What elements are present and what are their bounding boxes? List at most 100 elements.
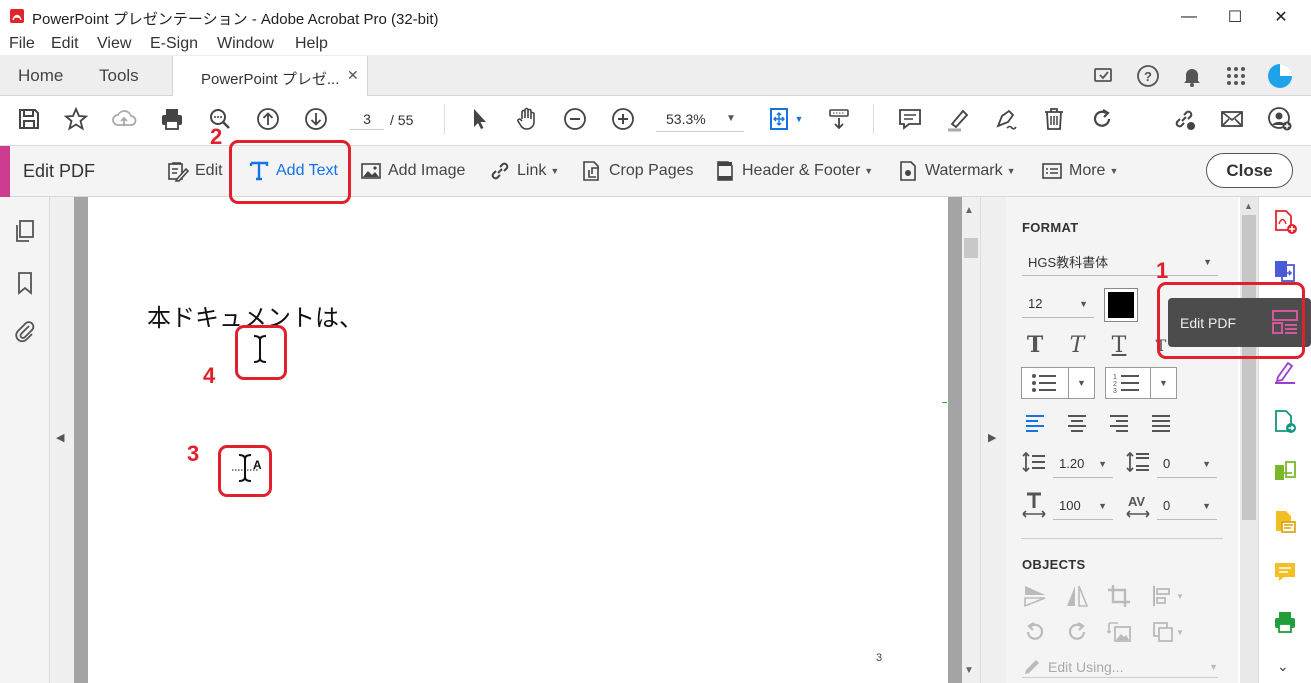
rotate-left-icon[interactable] bbox=[1021, 618, 1049, 646]
share-link-icon[interactable] bbox=[1169, 104, 1199, 134]
organize-pages-icon[interactable] bbox=[1271, 458, 1299, 486]
maximize-button[interactable]: ☐ bbox=[1212, 0, 1258, 33]
zoom-in-icon[interactable] bbox=[608, 104, 638, 134]
add-image-button[interactable]: Add Image bbox=[360, 158, 465, 184]
more-dropdown-button[interactable]: More ▼ bbox=[1041, 158, 1118, 184]
chevron-down-icon: ▼ bbox=[1202, 458, 1211, 469]
crop-pages-label: Crop Pages bbox=[609, 162, 694, 179]
zoom-out-icon[interactable] bbox=[560, 104, 590, 134]
fill-sign-icon[interactable] bbox=[1271, 358, 1299, 386]
combine-files-icon[interactable] bbox=[1271, 256, 1299, 284]
pdf-page[interactable] bbox=[88, 197, 948, 683]
chevron-down-icon: ▼ bbox=[1159, 378, 1168, 388]
page-thumbnails-icon[interactable] bbox=[12, 218, 38, 244]
bullet-list-dropdown[interactable]: ▼ bbox=[1021, 367, 1095, 399]
underline-text-icon[interactable]: T bbox=[1105, 331, 1133, 359]
crop-image-icon[interactable] bbox=[1105, 582, 1133, 610]
bookmarks-icon[interactable] bbox=[12, 270, 38, 296]
sign-pen-icon[interactable] bbox=[991, 104, 1021, 134]
align-justify-icon[interactable] bbox=[1147, 409, 1175, 437]
crop-pages-button[interactable]: Crop Pages bbox=[581, 158, 694, 184]
panel-scroll-up-arrow-icon[interactable]: ▲ bbox=[1244, 201, 1253, 211]
rotate-icon[interactable] bbox=[1087, 104, 1117, 134]
annotation-label-1: 1 bbox=[1156, 258, 1169, 283]
hand-tool-icon[interactable] bbox=[512, 104, 542, 134]
character-spacing-dropdown[interactable]: 0 ▼ bbox=[1157, 492, 1217, 520]
comment-tool-icon[interactable] bbox=[1271, 558, 1299, 586]
cloud-upload-icon[interactable] bbox=[109, 104, 139, 134]
scroll-down-arrow-icon[interactable]: ▼ bbox=[964, 665, 974, 676]
font-size-dropdown[interactable]: 12 ▼ bbox=[1022, 290, 1094, 318]
export-pdf-icon[interactable] bbox=[1271, 408, 1299, 436]
align-right-icon[interactable] bbox=[1105, 409, 1133, 437]
header-footer-dropdown-button[interactable]: Header & Footer ▼ bbox=[714, 158, 873, 184]
document-tab-close-icon[interactable]: ✕ bbox=[347, 67, 359, 84]
italic-text-icon[interactable]: T bbox=[1063, 331, 1091, 359]
scrollbar-thumb[interactable] bbox=[964, 238, 978, 258]
more-tools-chevron-down-icon[interactable]: ⌄ bbox=[1277, 658, 1289, 675]
select-cursor-icon[interactable] bbox=[464, 104, 494, 134]
bookmark-star-icon[interactable] bbox=[61, 104, 91, 134]
previous-page-icon[interactable] bbox=[253, 104, 283, 134]
tab-tools[interactable]: Tools bbox=[99, 66, 139, 86]
flip-vertical-icon[interactable] bbox=[1021, 582, 1049, 610]
edit-button[interactable]: Edit bbox=[167, 158, 223, 184]
expand-left-arrow-icon[interactable]: ◀ bbox=[56, 431, 64, 444]
document-vertical-scrollbar[interactable] bbox=[962, 197, 980, 683]
arrange-objects-dropdown[interactable]: ▼ bbox=[1147, 618, 1187, 646]
text-color-picker[interactable] bbox=[1104, 288, 1138, 322]
rotate-right-icon[interactable] bbox=[1063, 618, 1091, 646]
save-icon[interactable] bbox=[14, 104, 44, 134]
menu-edit[interactable]: Edit bbox=[51, 35, 79, 53]
print-production-icon[interactable] bbox=[1271, 608, 1299, 636]
menu-help[interactable]: Help bbox=[295, 35, 328, 53]
align-left-icon[interactable] bbox=[1021, 409, 1049, 437]
paragraph-spacing-dropdown[interactable]: 0 ▼ bbox=[1157, 450, 1217, 478]
menu-file[interactable]: File bbox=[9, 35, 35, 53]
window-title: PowerPoint プレゼンテーション - Adobe Acrobat Pro… bbox=[32, 11, 439, 28]
replace-image-icon[interactable] bbox=[1105, 618, 1133, 646]
watermark-dropdown-button[interactable]: Watermark ▼ bbox=[897, 158, 1016, 184]
header-footer-icon bbox=[717, 161, 733, 181]
horizontal-scaling-dropdown[interactable]: 100 ▼ bbox=[1053, 492, 1113, 520]
panel-scrollbar-thumb[interactable] bbox=[1242, 215, 1256, 520]
window-close-button[interactable]: ✕ bbox=[1258, 0, 1304, 33]
align-objects-dropdown[interactable]: ▼ bbox=[1147, 582, 1187, 610]
numbered-list-dropdown[interactable]: 123 ▼ bbox=[1105, 367, 1177, 399]
close-edit-pdf-button[interactable]: Close bbox=[1206, 153, 1293, 188]
notifications-bell-icon[interactable] bbox=[1178, 62, 1206, 90]
comment-icon[interactable] bbox=[895, 104, 925, 134]
menu-esign[interactable]: E-Sign bbox=[150, 35, 198, 53]
create-pdf-icon[interactable] bbox=[1271, 208, 1299, 236]
send-for-comments-icon[interactable] bbox=[1271, 508, 1299, 536]
bold-text-icon[interactable]: T bbox=[1021, 331, 1049, 359]
line-spacing-dropdown[interactable]: 1.20 ▼ bbox=[1053, 450, 1113, 478]
delete-trash-icon[interactable] bbox=[1039, 104, 1069, 134]
apps-grid-icon[interactable] bbox=[1222, 62, 1250, 90]
collapse-right-arrow-icon[interactable]: ▶ bbox=[988, 431, 996, 444]
font-family-dropdown[interactable]: HGS教科書体 ▼ bbox=[1022, 248, 1218, 276]
add-user-icon[interactable] bbox=[1265, 104, 1295, 134]
help-icon[interactable]: ? bbox=[1134, 62, 1162, 90]
print-icon[interactable] bbox=[157, 104, 187, 134]
scrolling-mode-icon[interactable] bbox=[824, 104, 854, 134]
minimize-button[interactable]: — bbox=[1166, 0, 1212, 33]
next-page-icon[interactable] bbox=[301, 104, 331, 134]
menu-view[interactable]: View bbox=[97, 35, 131, 53]
tab-home[interactable]: Home bbox=[18, 66, 63, 86]
fit-page-icon[interactable]: ▼ bbox=[764, 104, 806, 134]
email-icon[interactable] bbox=[1217, 104, 1247, 134]
edit-pdf-title: Edit PDF bbox=[23, 161, 96, 181]
scroll-up-arrow-icon[interactable]: ▲ bbox=[964, 205, 974, 216]
link-dropdown-button[interactable]: Link ▼ bbox=[489, 158, 559, 184]
highlight-pen-icon[interactable] bbox=[943, 104, 973, 134]
share-review-icon[interactable] bbox=[1090, 62, 1118, 90]
menu-window[interactable]: Window bbox=[217, 35, 274, 53]
attachments-paperclip-icon[interactable] bbox=[12, 318, 38, 344]
edit-using-dropdown[interactable]: Edit Using... ▼ bbox=[1022, 656, 1218, 678]
flip-horizontal-icon[interactable] bbox=[1063, 582, 1091, 610]
edit-text-icon bbox=[168, 162, 189, 182]
user-avatar-icon[interactable] bbox=[1266, 62, 1294, 90]
page-number-input[interactable] bbox=[350, 108, 384, 130]
align-center-icon[interactable] bbox=[1063, 409, 1091, 437]
